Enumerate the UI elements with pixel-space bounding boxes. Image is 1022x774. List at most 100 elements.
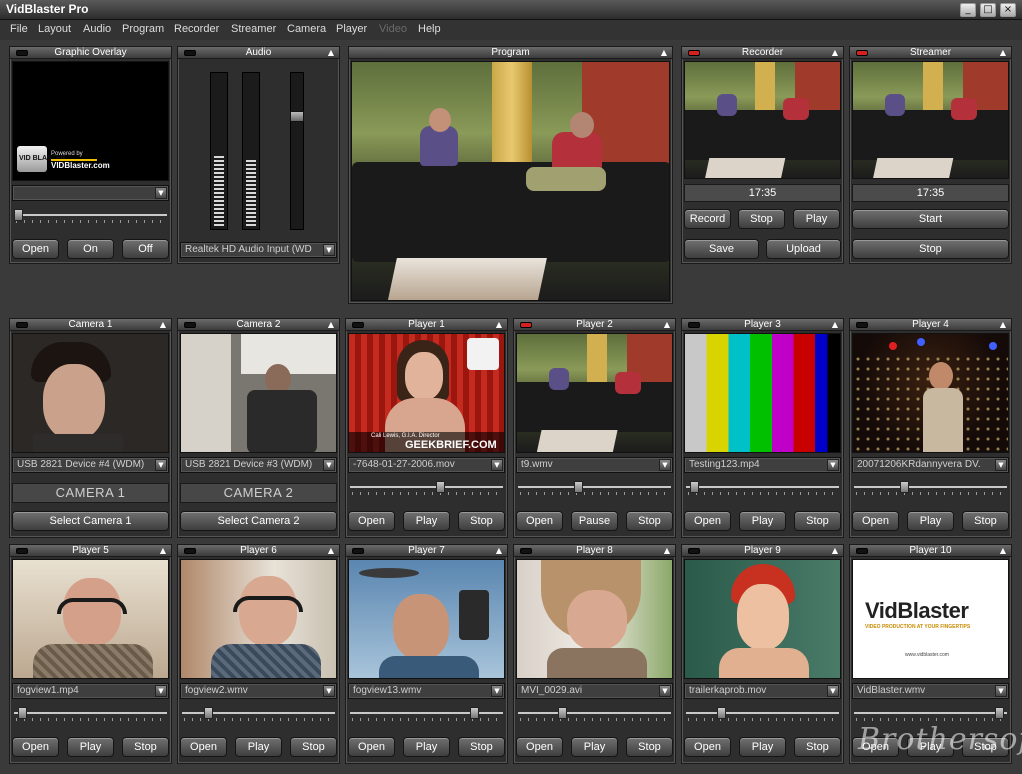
overlay-opacity-slider[interactable] bbox=[14, 209, 167, 223]
player-3-stop-button[interactable]: Stop bbox=[794, 511, 841, 531]
collapse-arrow-icon[interactable]: ▲ bbox=[1000, 320, 1006, 330]
player-7-stop-button[interactable]: Stop bbox=[458, 737, 505, 757]
player-5-file-select[interactable]: fogview1.mp4 ▼ bbox=[12, 683, 169, 699]
slider-thumb[interactable] bbox=[14, 209, 23, 221]
collapse-arrow-icon[interactable]: ▲ bbox=[1000, 48, 1006, 58]
chevron-down-icon[interactable]: ▼ bbox=[659, 459, 671, 471]
camera-1-device-select[interactable]: USB 2821 Device #4 (WDM) ▼ bbox=[12, 457, 169, 473]
chevron-down-icon[interactable]: ▼ bbox=[155, 685, 167, 697]
player-5-open-button[interactable]: Open bbox=[12, 737, 59, 757]
player-1-seek-slider[interactable] bbox=[350, 481, 503, 495]
collapse-arrow-icon[interactable]: ▲ bbox=[664, 546, 670, 556]
chevron-down-icon[interactable]: ▼ bbox=[995, 685, 1007, 697]
player-5-seek-slider[interactable] bbox=[14, 707, 167, 721]
slider-thumb[interactable] bbox=[574, 481, 583, 493]
player-10-file-select[interactable]: VidBlaster.wmv ▼ bbox=[852, 683, 1009, 699]
chevron-down-icon[interactable]: ▼ bbox=[323, 244, 335, 256]
player-8-open-button[interactable]: Open bbox=[516, 737, 563, 757]
chevron-down-icon[interactable]: ▼ bbox=[323, 685, 335, 697]
select-camera-2-button[interactable]: Select Camera 2 bbox=[180, 511, 337, 531]
player-6-open-button[interactable]: Open bbox=[180, 737, 227, 757]
player-9-play-button[interactable]: Play bbox=[739, 737, 786, 757]
chevron-down-icon[interactable]: ▼ bbox=[155, 459, 167, 471]
player-8-stop-button[interactable]: Stop bbox=[626, 737, 673, 757]
chevron-down-icon[interactable]: ▼ bbox=[323, 459, 335, 471]
slider-thumb[interactable] bbox=[558, 707, 567, 719]
slider-thumb[interactable] bbox=[690, 481, 699, 493]
chevron-down-icon[interactable]: ▼ bbox=[659, 685, 671, 697]
maximize-button[interactable]: □ bbox=[980, 3, 996, 17]
player-2-file-select[interactable]: t9.wmv ▼ bbox=[516, 457, 673, 473]
player-4-play-button[interactable]: Play bbox=[907, 511, 954, 531]
player-8-play-button[interactable]: Play bbox=[571, 737, 618, 757]
collapse-arrow-icon[interactable]: ▲ bbox=[328, 546, 334, 556]
collapse-arrow-icon[interactable]: ▲ bbox=[160, 546, 166, 556]
player-6-file-select[interactable]: fogview2.wmv ▼ bbox=[180, 683, 337, 699]
collapse-arrow-icon[interactable]: ▲ bbox=[328, 48, 334, 58]
player-4-seek-slider[interactable] bbox=[854, 481, 1007, 495]
collapse-arrow-icon[interactable]: ▲ bbox=[496, 546, 502, 556]
chevron-down-icon[interactable]: ▼ bbox=[491, 685, 503, 697]
player-6-seek-slider[interactable] bbox=[182, 707, 335, 721]
slider-thumb[interactable] bbox=[204, 707, 213, 719]
player-2-stop-button[interactable]: Stop bbox=[626, 511, 673, 531]
menu-camera[interactable]: Camera bbox=[287, 23, 326, 35]
recorder-save-button[interactable]: Save bbox=[684, 239, 759, 259]
slider-thumb[interactable] bbox=[900, 481, 909, 493]
menu-streamer[interactable]: Streamer bbox=[231, 23, 276, 35]
player-2-seek-slider[interactable] bbox=[518, 481, 671, 495]
menu-recorder[interactable]: Recorder bbox=[174, 23, 219, 35]
record-button[interactable]: Record bbox=[684, 209, 731, 229]
streamer-start-button[interactable]: Start bbox=[852, 209, 1009, 229]
menu-audio[interactable]: Audio bbox=[83, 23, 111, 35]
chevron-down-icon[interactable]: ▼ bbox=[827, 685, 839, 697]
menu-program[interactable]: Program bbox=[122, 23, 164, 35]
minimize-button[interactable]: _ bbox=[960, 3, 976, 17]
player-7-seek-slider[interactable] bbox=[350, 707, 503, 721]
player-1-file-select[interactable]: -7648-01-27-2006.mov ▼ bbox=[348, 457, 505, 473]
streamer-stop-button[interactable]: Stop bbox=[852, 239, 1009, 259]
camera-2-device-select[interactable]: USB 2821 Device #3 (WDM) ▼ bbox=[180, 457, 337, 473]
slider-thumb[interactable] bbox=[470, 707, 479, 719]
player-7-open-button[interactable]: Open bbox=[348, 737, 395, 757]
player-8-file-select[interactable]: MVI_0029.avi ▼ bbox=[516, 683, 673, 699]
recorder-stop-button[interactable]: Stop bbox=[738, 209, 785, 229]
chevron-down-icon[interactable]: ▼ bbox=[155, 187, 167, 199]
player-9-stop-button[interactable]: Stop bbox=[794, 737, 841, 757]
player-4-stop-button[interactable]: Stop bbox=[962, 511, 1009, 531]
slider-thumb[interactable] bbox=[18, 707, 27, 719]
slider-thumb[interactable] bbox=[995, 707, 1004, 719]
player-2-pause-button[interactable]: Pause bbox=[571, 511, 618, 531]
player-1-stop-button[interactable]: Stop bbox=[458, 511, 505, 531]
audio-input-select[interactable]: Realtek HD Audio Input (WD ▼ bbox=[180, 242, 337, 258]
chevron-down-icon[interactable]: ▼ bbox=[491, 459, 503, 471]
slider-thumb[interactable] bbox=[717, 707, 726, 719]
player-7-file-select[interactable]: fogview13.wmv ▼ bbox=[348, 683, 505, 699]
collapse-arrow-icon[interactable]: ▲ bbox=[1000, 546, 1006, 556]
overlay-open-button[interactable]: Open bbox=[12, 239, 59, 259]
player-3-seek-slider[interactable] bbox=[686, 481, 839, 495]
player-5-play-button[interactable]: Play bbox=[67, 737, 114, 757]
player-9-seek-slider[interactable] bbox=[686, 707, 839, 721]
menu-player[interactable]: Player bbox=[336, 23, 367, 35]
recorder-play-button[interactable]: Play bbox=[793, 209, 840, 229]
menu-help[interactable]: Help bbox=[418, 23, 441, 35]
player-4-file-select[interactable]: 20071206KRdannyvera DV. ▼ bbox=[852, 457, 1009, 473]
select-camera-1-button[interactable]: Select Camera 1 bbox=[12, 511, 169, 531]
chevron-down-icon[interactable]: ▼ bbox=[827, 459, 839, 471]
player-6-play-button[interactable]: Play bbox=[235, 737, 282, 757]
collapse-arrow-icon[interactable]: ▲ bbox=[832, 320, 838, 330]
volume-fader[interactable] bbox=[290, 72, 304, 230]
collapse-arrow-icon[interactable]: ▲ bbox=[832, 48, 838, 58]
player-1-open-button[interactable]: Open bbox=[348, 511, 395, 531]
player-10-seek-slider[interactable] bbox=[854, 707, 1007, 721]
player-5-stop-button[interactable]: Stop bbox=[122, 737, 169, 757]
collapse-arrow-icon[interactable]: ▲ bbox=[661, 48, 667, 58]
chevron-down-icon[interactable]: ▼ bbox=[995, 459, 1007, 471]
collapse-arrow-icon[interactable]: ▲ bbox=[832, 546, 838, 556]
menu-layout[interactable]: Layout bbox=[38, 23, 71, 35]
overlay-off-button[interactable]: Off bbox=[122, 239, 169, 259]
player-2-open-button[interactable]: Open bbox=[516, 511, 563, 531]
player-4-open-button[interactable]: Open bbox=[852, 511, 899, 531]
player-3-open-button[interactable]: Open bbox=[684, 511, 731, 531]
